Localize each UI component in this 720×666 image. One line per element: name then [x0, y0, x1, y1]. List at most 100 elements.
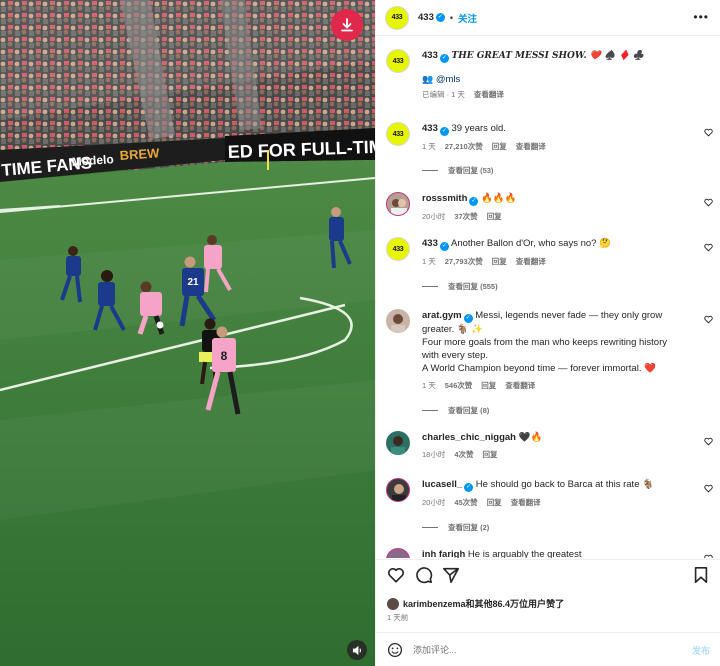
verified-icon: ✓ — [439, 54, 449, 63]
comment-time: 18小时 — [422, 450, 446, 459]
comment-time: 1 天 — [422, 142, 436, 151]
heart-icon[interactable] — [704, 437, 713, 446]
mute-button[interactable] — [347, 640, 367, 660]
translate-link[interactable]: 查看翻译 — [516, 140, 546, 153]
comment-likes[interactable]: 27,210次赞 — [445, 140, 483, 153]
svg-text:8: 8 — [221, 349, 228, 363]
caption-mention-row: 👥 @mls — [422, 73, 704, 86]
avatar[interactable] — [386, 548, 410, 558]
comment-username[interactable]: charles_chic_niggah — [422, 432, 516, 443]
reply-button[interactable]: 回复 — [492, 140, 507, 153]
heart-icon[interactable] — [704, 243, 713, 252]
mention-link[interactable]: @mls — [436, 74, 460, 85]
post-time: 1 天前 — [387, 613, 409, 622]
view-replies-button[interactable]: 查看回复 (8) — [422, 405, 489, 416]
bookmark-icon[interactable] — [692, 566, 710, 584]
comments-scroll[interactable]: 433 433 ✓ THE GREAT MESSI SHOW. ❤️ ♠️ ♦️ … — [376, 36, 720, 558]
comment-likes[interactable]: 45次赞 — [454, 496, 477, 509]
verified-icon: ✓ — [439, 242, 449, 251]
replies-line — [422, 286, 438, 287]
comment-icon[interactable] — [415, 566, 433, 584]
reply-button[interactable]: 回复 — [492, 255, 507, 268]
view-replies-label: 查看回复 (53) — [448, 166, 494, 175]
likes-suffix: 赞了 — [546, 599, 565, 609]
emoji-icon[interactable] — [387, 642, 403, 658]
author-username[interactable]: 433 — [418, 12, 434, 23]
heart-icon[interactable] — [704, 128, 713, 137]
comment-text: 🖤🔥 — [518, 432, 543, 443]
comment-username[interactable]: 433 — [422, 238, 438, 249]
comment-text-line: Four more goals from the man who keeps r… — [422, 337, 667, 348]
translate-link[interactable]: 查看翻译 — [511, 496, 541, 509]
verified-icon: ✓ — [463, 314, 473, 323]
comment-likes[interactable]: 37次赞 — [454, 210, 477, 223]
translate-link[interactable]: 查看翻译 — [505, 379, 535, 392]
comment-username[interactable]: 433 — [422, 123, 438, 134]
comment-username[interactable]: rosssmith — [422, 193, 467, 204]
comment-input[interactable] — [413, 644, 663, 655]
heart-icon[interactable] — [704, 554, 713, 558]
comment-username[interactable]: inh farigh — [422, 549, 465, 558]
comment-bar: 发布 — [376, 633, 720, 666]
likes-summary[interactable]: karimbenzema和其他 86.4万位用户 赞了 — [387, 597, 564, 610]
action-bar — [376, 566, 720, 592]
avatar[interactable]: 433 — [385, 5, 409, 30]
view-replies-label: 查看回复 (555) — [448, 282, 498, 291]
view-replies-button[interactable]: 查看回复 (555) — [422, 281, 498, 292]
reply-button[interactable]: 回复 — [483, 448, 498, 461]
avatar[interactable]: 433 — [386, 122, 410, 146]
avatar[interactable] — [386, 309, 410, 333]
comment-username[interactable]: arat.gym — [422, 310, 462, 321]
comment-text: 🔥🔥🔥 — [481, 193, 517, 204]
reply-button[interactable]: 回复 — [487, 210, 502, 223]
comment-time: 20小时 — [422, 212, 446, 221]
caption-username[interactable]: 433 — [422, 50, 438, 61]
share-icon[interactable] — [442, 566, 460, 584]
replies-line — [422, 410, 438, 411]
post-button[interactable]: 发布 — [692, 644, 710, 657]
caption-text: THE GREAT MESSI SHOW. ❤️ ♠️ ♦️ ♣️ — [451, 51, 645, 61]
likes-prefix[interactable]: karimbenzema和其他 — [403, 597, 493, 610]
avatar[interactable] — [386, 192, 410, 216]
view-replies-button[interactable]: 查看回复 (53) — [422, 165, 493, 176]
comment-text-line: A World Champion beyond time — forever i… — [422, 363, 656, 374]
translate-link[interactable]: 查看翻译 — [474, 88, 504, 101]
comment-text: Another Ballon d'Or, who says no? 🤔 — [450, 238, 611, 249]
replies-line — [422, 170, 438, 171]
follow-button[interactable]: 关注 — [458, 11, 477, 25]
video-player[interactable]: TIME FANS Modelo BREW ED FOR FULL-TIME F… — [0, 0, 375, 666]
header-separator: • — [449, 12, 454, 23]
avatar[interactable] — [386, 431, 410, 455]
reply-button[interactable]: 回复 — [481, 379, 496, 392]
reply-button[interactable]: 回复 — [487, 496, 502, 509]
avatar[interactable]: 433 — [386, 49, 410, 73]
likes-count[interactable]: 86.4万位用户 — [493, 597, 547, 610]
heart-icon[interactable] — [387, 566, 405, 584]
comment-text-line: with every step. — [422, 350, 488, 361]
verified-icon: ✓ — [469, 197, 479, 206]
more-options-icon[interactable]: ••• — [693, 10, 709, 24]
download-icon — [341, 18, 353, 32]
comment-likes[interactable]: 27,793次赞 — [445, 255, 483, 268]
video-frame: TIME FANS Modelo BREW ED FOR FULL-TIME F… — [0, 0, 375, 666]
avatar[interactable]: 433 — [386, 237, 410, 261]
comment-text: He is arguably the greatest — [467, 549, 582, 558]
ball — [156, 321, 164, 329]
translate-link[interactable]: 查看翻译 — [516, 255, 546, 268]
comment-time: 1 天 — [422, 257, 436, 266]
comment-time: 1 天 — [422, 381, 436, 390]
comment-username[interactable]: lucasell_ — [422, 479, 462, 490]
download-button[interactable] — [331, 9, 363, 41]
heart-icon[interactable] — [704, 198, 713, 207]
heart-icon[interactable] — [704, 315, 713, 324]
comment-likes[interactable]: 546次赞 — [445, 379, 473, 392]
comment-text-line: greater. 🐐 ✨ — [422, 324, 484, 335]
avatar[interactable] — [386, 478, 410, 502]
comment-text-line: Messi, legends never fade — they only gr… — [475, 310, 663, 321]
view-replies-button[interactable]: 查看回复 (2) — [422, 522, 489, 533]
comment-time: 20小时 — [422, 498, 446, 507]
people-icon: 👥 — [422, 74, 434, 84]
heart-icon[interactable] — [704, 484, 713, 493]
svg-text:21: 21 — [187, 277, 199, 288]
comment-likes[interactable]: 4次赞 — [454, 448, 473, 461]
